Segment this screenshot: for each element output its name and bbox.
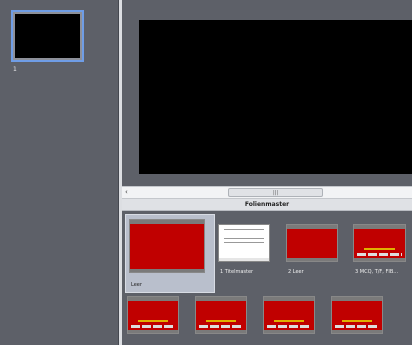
layout-panel-header: Folienmaster [122, 199, 412, 211]
layout-button-strip [131, 325, 175, 328]
layout-header-band [264, 297, 314, 301]
layout-header-band [196, 297, 246, 301]
layout-button-strip [357, 253, 402, 256]
grip-icon: ||| [272, 190, 279, 196]
scroll-thumb[interactable]: ||| [228, 188, 323, 197]
scroll-left-icon[interactable]: ‹ [125, 188, 128, 196]
slide-list-pane: 1 [0, 0, 119, 345]
layout-text-line [224, 242, 264, 243]
layout-item-leer[interactable]: Leer [125, 214, 215, 293]
layout-title-line [224, 229, 264, 230]
layout-footer-band [264, 330, 314, 333]
layout-footer-band [196, 330, 246, 333]
layout-header-band [128, 297, 178, 301]
layout-footer-band [130, 269, 204, 272]
layout-button-strip [199, 325, 243, 328]
layout-label: 3 MCQ, T/F, FIB... [355, 269, 399, 275]
layout-label: 1 Titelmaster [220, 269, 254, 275]
layout-thumbnail [286, 224, 338, 262]
layout-label: 2 Leer [288, 269, 304, 275]
layout-header-band [354, 225, 405, 229]
layout-header-band [332, 297, 382, 301]
layout-question-bar [364, 248, 395, 250]
layout-item-6[interactable] [195, 296, 249, 338]
slide-editor [122, 0, 412, 186]
layout-gallery: Leer 1 Titelmaster 2 Leer 3 MCQ, T/F, FI… [122, 211, 412, 345]
layout-footer-band [287, 258, 337, 261]
layout-button-strip [267, 325, 311, 328]
layout-header-band [287, 225, 337, 229]
layout-thumbnail [195, 296, 247, 334]
layout-thumbnail [129, 219, 205, 273]
layout-item-5[interactable] [127, 296, 181, 338]
layout-item-8[interactable] [331, 296, 385, 338]
layout-item-titelmaster[interactable]: 1 Titelmaster [218, 224, 272, 284]
layout-thumbnail [218, 224, 270, 262]
slide-number: 1 [13, 66, 17, 73]
layout-item-7[interactable] [263, 296, 317, 338]
layout-thumbnail [353, 224, 406, 262]
layout-question-bar [206, 320, 236, 322]
horizontal-scrollbar[interactable]: ‹ ||| [122, 186, 412, 199]
layout-panel-title: Folienmaster [244, 201, 290, 208]
layout-footer-band [332, 330, 382, 333]
layout-text-line [224, 238, 264, 239]
slide-thumbnail-1[interactable] [11, 10, 84, 62]
layout-thumbnail [331, 296, 383, 334]
layout-header-band [130, 220, 204, 224]
slide-thumbnail-preview [15, 14, 80, 58]
layout-item-mcq[interactable]: 3 MCQ, T/F, FIB... [353, 224, 412, 284]
layout-label: Leer [131, 282, 142, 288]
layout-footer-band [128, 330, 178, 333]
layout-item-leer-2[interactable]: 2 Leer [286, 224, 340, 284]
layout-thumbnail [263, 296, 315, 334]
slide-canvas[interactable] [139, 20, 412, 174]
layout-question-bar [274, 320, 304, 322]
layout-footer-band [219, 258, 269, 261]
layout-question-bar [138, 320, 168, 322]
layout-question-bar [342, 320, 372, 322]
layout-button-strip [335, 325, 379, 328]
layout-footer-band [354, 258, 405, 261]
layout-thumbnail [127, 296, 179, 334]
